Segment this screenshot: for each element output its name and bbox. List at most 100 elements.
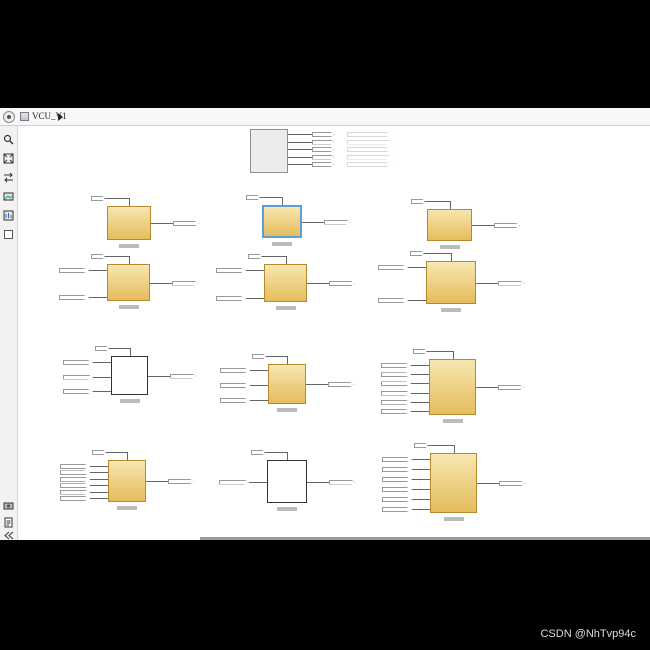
inport[interactable] bbox=[219, 479, 249, 485]
outport[interactable] bbox=[328, 382, 354, 387]
enable-inport[interactable] bbox=[92, 450, 106, 455]
inport[interactable] bbox=[381, 390, 411, 396]
subsystem-block[interactable] bbox=[427, 209, 472, 241]
inport[interactable] bbox=[60, 483, 90, 489]
inport[interactable] bbox=[220, 368, 250, 373]
enable-inport[interactable] bbox=[95, 346, 109, 351]
square-icon[interactable] bbox=[3, 229, 14, 240]
arrows-icon[interactable] bbox=[3, 172, 14, 183]
signal-line bbox=[411, 383, 429, 385]
enable-inport[interactable] bbox=[413, 349, 427, 354]
enable-inport[interactable] bbox=[91, 196, 105, 201]
outport[interactable] bbox=[324, 219, 350, 225]
inport[interactable] bbox=[382, 457, 412, 462]
subsystem-block[interactable] bbox=[262, 205, 302, 238]
enable-inport[interactable] bbox=[411, 199, 425, 204]
inport[interactable] bbox=[381, 372, 411, 378]
fit-view-icon[interactable] bbox=[3, 153, 14, 164]
inport[interactable] bbox=[63, 360, 93, 365]
outport[interactable] bbox=[312, 154, 334, 160]
inport[interactable] bbox=[63, 374, 93, 380]
inport[interactable] bbox=[382, 497, 412, 502]
inport[interactable] bbox=[216, 268, 246, 273]
signal-line bbox=[265, 452, 287, 453]
inport[interactable] bbox=[60, 464, 90, 469]
inport[interactable] bbox=[382, 487, 412, 492]
inport[interactable] bbox=[60, 496, 90, 501]
inport[interactable] bbox=[381, 381, 411, 387]
outport[interactable] bbox=[329, 281, 355, 286]
outport[interactable] bbox=[168, 479, 194, 484]
signal-line bbox=[412, 489, 430, 490]
outport[interactable] bbox=[498, 280, 524, 286]
subsystem-block[interactable] bbox=[429, 359, 476, 415]
inport[interactable] bbox=[60, 470, 90, 476]
outport[interactable] bbox=[347, 162, 393, 167]
subsystem-block[interactable] bbox=[107, 206, 151, 240]
inport[interactable] bbox=[59, 268, 89, 273]
enable-inport[interactable] bbox=[91, 254, 105, 259]
subsystem-block[interactable] bbox=[426, 261, 476, 304]
inport[interactable] bbox=[382, 507, 412, 512]
signal-line bbox=[246, 270, 264, 271]
outport[interactable] bbox=[173, 221, 199, 226]
subsystem-block[interactable] bbox=[268, 364, 306, 404]
outport[interactable] bbox=[494, 223, 520, 228]
back-icon[interactable] bbox=[3, 111, 15, 123]
outport[interactable] bbox=[347, 154, 393, 160]
diagram-canvas[interactable] bbox=[19, 127, 650, 537]
inport[interactable] bbox=[378, 265, 408, 270]
report-icon[interactable] bbox=[3, 517, 14, 528]
subsystem-block[interactable] bbox=[107, 264, 150, 301]
outport[interactable] bbox=[312, 162, 334, 167]
inport[interactable] bbox=[63, 389, 93, 394]
inport[interactable] bbox=[220, 383, 250, 388]
horizontal-scrollbar[interactable] bbox=[200, 537, 650, 540]
inport[interactable] bbox=[382, 477, 412, 482]
subsystem-block[interactable] bbox=[430, 453, 477, 513]
enable-inport[interactable] bbox=[252, 354, 266, 359]
outport[interactable] bbox=[312, 132, 334, 137]
signal-line bbox=[451, 253, 452, 261]
model-icon bbox=[20, 112, 29, 121]
breadcrumb-arrow-icon[interactable] bbox=[58, 113, 63, 121]
outport[interactable] bbox=[312, 139, 334, 145]
zoom-icon[interactable] bbox=[3, 134, 14, 145]
subsystem-block[interactable] bbox=[267, 460, 307, 503]
enable-inport[interactable] bbox=[410, 251, 424, 256]
inport[interactable] bbox=[381, 363, 411, 368]
inport[interactable] bbox=[381, 409, 411, 414]
outport[interactable] bbox=[347, 132, 393, 137]
library-icon[interactable] bbox=[3, 210, 14, 221]
inport[interactable] bbox=[59, 295, 89, 300]
inport[interactable] bbox=[60, 476, 90, 482]
outport[interactable] bbox=[329, 479, 355, 485]
signal-line bbox=[106, 452, 127, 453]
signal-line bbox=[89, 297, 107, 298]
image-icon[interactable] bbox=[3, 191, 14, 202]
collapse-icon[interactable] bbox=[3, 531, 14, 540]
block-caption bbox=[119, 399, 140, 403]
outport[interactable] bbox=[347, 147, 393, 152]
bus-selector-block[interactable] bbox=[250, 129, 288, 173]
subsystem-block[interactable] bbox=[111, 356, 148, 395]
outport[interactable] bbox=[347, 139, 393, 145]
outport[interactable] bbox=[312, 147, 334, 152]
inport[interactable] bbox=[382, 467, 412, 472]
camera-icon[interactable] bbox=[3, 500, 14, 511]
enable-inport[interactable] bbox=[246, 195, 260, 200]
subsystem-block[interactable] bbox=[264, 264, 307, 302]
enable-inport[interactable] bbox=[251, 450, 265, 455]
inport[interactable] bbox=[220, 398, 250, 403]
outport[interactable] bbox=[498, 385, 524, 390]
outport[interactable] bbox=[499, 481, 525, 486]
inport[interactable] bbox=[60, 489, 90, 495]
enable-inport[interactable] bbox=[248, 254, 262, 259]
inport[interactable] bbox=[381, 399, 411, 405]
inport[interactable] bbox=[216, 296, 246, 301]
outport[interactable] bbox=[172, 280, 198, 286]
enable-inport[interactable] bbox=[414, 443, 428, 448]
subsystem-block[interactable] bbox=[108, 460, 146, 502]
outport[interactable] bbox=[170, 373, 196, 379]
inport[interactable] bbox=[378, 298, 408, 303]
